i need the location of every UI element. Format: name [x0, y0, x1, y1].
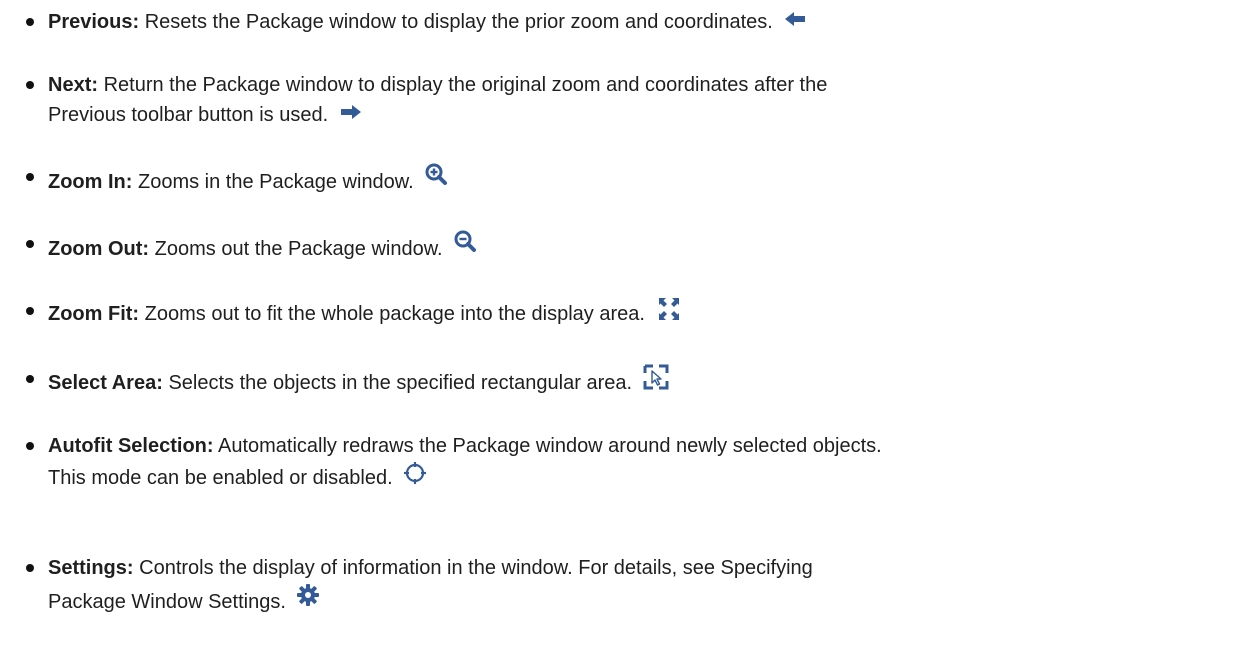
item-text: Zoom In: Zooms in the Package window.	[48, 162, 1208, 197]
arrow-right-icon	[339, 100, 363, 124]
bullet	[26, 240, 34, 248]
item-term: Zoom In:	[48, 171, 133, 193]
item-term: Zoom Fit:	[48, 303, 140, 325]
zoom-in-icon	[424, 162, 448, 186]
item-text: Zoom Fit: Zooms out to fit the whole pac…	[48, 296, 1208, 329]
list-item-zoom-fit: Zoom Fit: Zooms out to fit the whole pac…	[0, 296, 1210, 326]
list-item-autofit-selection: Autofit Selection: Automatically redraws…	[0, 431, 1210, 491]
item-text: Settings: Controls the display of inform…	[48, 553, 1208, 617]
item-text: Next: Return the Package window to displ…	[48, 70, 1208, 130]
list-item-zoom-in: Zoom In: Zooms in the Package window.	[0, 162, 1210, 193]
bullet	[26, 564, 34, 572]
select-area-icon	[643, 364, 669, 390]
list-item-settings: Settings: Controls the display of inform…	[0, 553, 1210, 613]
list-item-next: Next: Return the Package window to displ…	[0, 70, 1210, 130]
item-text: Previous: Resets the Package window to d…	[48, 7, 1208, 37]
item-description: Selects the objects in the specified rec…	[168, 372, 633, 394]
item-text: Select Area: Selects the objects in the …	[48, 364, 1208, 398]
item-term: Next:	[48, 74, 99, 96]
bullet	[26, 173, 34, 181]
item-term: Previous:	[48, 11, 140, 33]
item-description: Resets the Package window to display the…	[144, 11, 773, 33]
bullet	[26, 307, 34, 315]
zoom-fit-icon	[656, 296, 682, 322]
item-text: Autofit Selection: Automatically redraws…	[48, 431, 1208, 493]
item-description: Zooms out the Package window.	[154, 238, 443, 260]
item-text: Zoom Out: Zooms out the Package window.	[48, 229, 1208, 264]
item-term: Autofit Selection:	[48, 435, 214, 457]
item-description-line2: This mode can be enabled or disabled.	[48, 467, 393, 489]
item-description: Zooms in the Package window.	[138, 171, 414, 193]
item-description: Automatically redraws the Package window…	[218, 435, 882, 457]
item-description-line2: Previous toolbar button is used.	[48, 104, 329, 126]
zoom-out-icon	[453, 229, 477, 253]
list-item-previous: Previous: Resets the Package window to d…	[0, 7, 1210, 37]
bullet	[26, 375, 34, 383]
item-description: Controls the display of information in t…	[139, 557, 813, 579]
settings-gear-icon	[296, 583, 320, 607]
item-term: Zoom Out:	[48, 238, 150, 260]
list-item-select-area: Select Area: Selects the objects in the …	[0, 364, 1210, 394]
bullet	[26, 18, 34, 26]
arrow-left-icon	[783, 7, 807, 31]
autofit-selection-icon	[403, 461, 427, 485]
bullet	[26, 81, 34, 89]
item-description-line2: Package Window Settings.	[48, 591, 286, 613]
item-term: Settings:	[48, 557, 134, 579]
bullet	[26, 442, 34, 450]
item-description: Zooms out to fit the whole package into …	[144, 303, 645, 325]
item-description: Return the Package window to display the…	[103, 74, 828, 96]
list-item-zoom-out: Zoom Out: Zooms out the Package window.	[0, 229, 1210, 260]
item-term: Select Area:	[48, 372, 163, 394]
